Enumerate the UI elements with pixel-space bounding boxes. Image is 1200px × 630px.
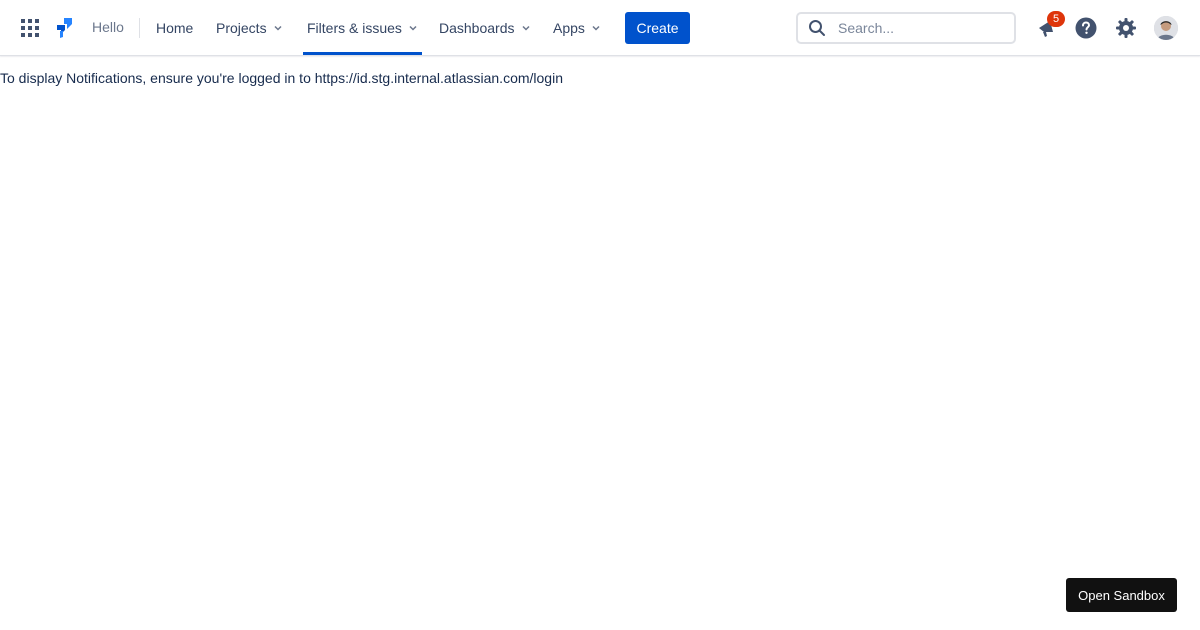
nav-apps[interactable]: Apps bbox=[553, 0, 601, 56]
top-navigation-bar: Hello Home Projects Filters & issues Das… bbox=[0, 0, 1200, 56]
help-button[interactable] bbox=[1074, 16, 1098, 40]
user-avatar-icon bbox=[1154, 16, 1178, 40]
nav-dashboards[interactable]: Dashboards bbox=[439, 0, 531, 56]
nav-home-label: Home bbox=[156, 20, 194, 36]
nav-projects-label: Projects bbox=[216, 20, 267, 36]
open-sandbox-button[interactable]: Open Sandbox bbox=[1066, 578, 1177, 612]
notification-count-badge: 5 bbox=[1047, 11, 1065, 27]
nav-divider bbox=[139, 18, 140, 38]
app-switcher-grid-icon[interactable] bbox=[18, 16, 42, 40]
nav-dashboards-label: Dashboards bbox=[439, 20, 515, 36]
nav-apps-label: Apps bbox=[553, 20, 585, 36]
create-button[interactable]: Create bbox=[625, 12, 690, 44]
nav-projects[interactable]: Projects bbox=[216, 0, 283, 56]
jira-logo-icon[interactable] bbox=[52, 16, 76, 40]
greeting-text: Hello bbox=[92, 19, 124, 35]
chevron-down-icon bbox=[592, 25, 600, 31]
nav-filters-issues-label: Filters & issues bbox=[307, 20, 402, 36]
chevron-down-icon bbox=[409, 25, 417, 31]
search-input[interactable] bbox=[838, 20, 998, 36]
help-icon bbox=[1075, 17, 1097, 39]
settings-button[interactable] bbox=[1114, 16, 1138, 40]
search-box[interactable] bbox=[796, 12, 1016, 44]
nav-home[interactable]: Home bbox=[156, 0, 193, 56]
avatar[interactable] bbox=[1154, 16, 1178, 40]
notifications-login-message: To display Notifications, ensure you're … bbox=[0, 70, 563, 86]
search-icon bbox=[809, 20, 825, 36]
chevron-down-icon bbox=[521, 25, 530, 31]
gear-icon bbox=[1116, 18, 1136, 38]
chevron-down-icon bbox=[274, 25, 282, 31]
nav-filters-issues[interactable]: Filters & issues bbox=[303, 0, 422, 56]
